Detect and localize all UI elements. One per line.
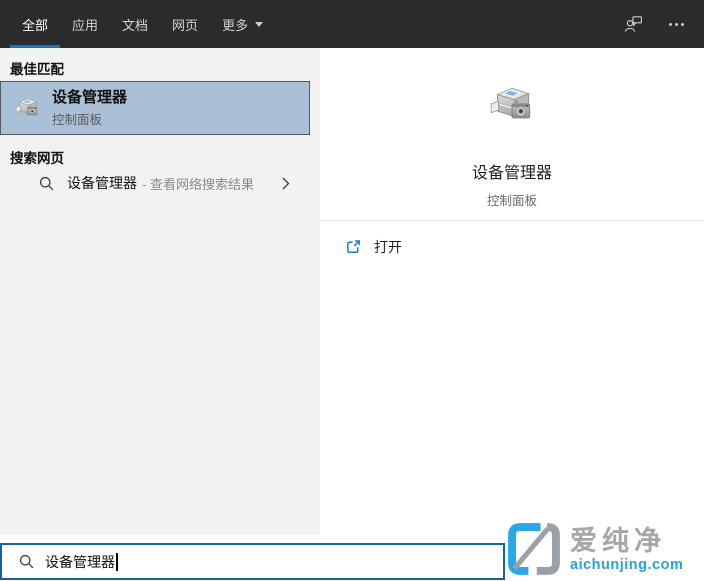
filter-tabs: 全部 应用 文档 网页 更多 [0,0,275,48]
watermark: 爱纯净 aichunjing.com [506,521,683,577]
expand-suggestion-button[interactable] [282,177,290,190]
preview-title: 设备管理器 [471,165,552,182]
topbar-actions [620,0,704,48]
search-icon [19,554,34,569]
open-external-icon [347,240,360,253]
open-action-label: 打开 [374,239,402,255]
best-match-subtitle: 控制面板 [52,112,103,127]
tab-more[interactable]: 更多 [210,0,275,48]
search-input[interactable]: 设备管理器 [0,543,505,580]
aichunjing-logo-icon [508,523,560,575]
preview-subtitle: 控制面板 [486,194,537,208]
caret-down-icon [255,21,264,27]
ellipsis-icon [668,22,684,26]
divider [320,220,704,221]
preview-panel: 设备管理器 控制面板 打开 [320,48,704,581]
tab-apps-label: 应用 [72,17,99,33]
tab-web[interactable]: 网页 [160,0,210,48]
feedback-icon [624,16,642,32]
watermark-brand: 爱纯净 [570,525,666,556]
open-action-row[interactable]: 打开 [320,228,704,266]
feedback-button[interactable] [620,10,648,38]
topbar: 全部 应用 文档 网页 更多 [0,0,704,48]
best-match-item-device-manager[interactable]: 设备管理器 控制面板 [0,81,310,135]
web-search-header: 搜索网页 [10,151,64,166]
watermark-domain: aichunjing.com [570,556,684,573]
web-suggestion-hint: - 查看网络搜索结果 [142,176,254,192]
best-match-title: 设备管理器 [52,88,128,106]
device-manager-icon-large [490,87,531,119]
search-flyout: 全部 应用 文档 网页 更多 最佳匹配 设备管理器 控制面板 搜索网页 设备管理… [0,0,704,581]
search-icon [39,176,54,190]
search-input-value: 设备管理器 [45,553,115,570]
tab-apps[interactable]: 应用 [60,0,110,48]
best-match-text: 设备管理器 控制面板 [52,89,127,128]
text-cursor [116,552,118,571]
web-suggestion-query: 设备管理器 [67,175,137,191]
tab-more-label: 更多 [222,17,249,33]
more-options-button[interactable] [662,10,690,38]
results-panel: 最佳匹配 设备管理器 控制面板 搜索网页 设备管理器 - 查看网络搜索结果 [0,48,320,535]
chevron-right-icon [282,177,290,189]
web-suggestion-row[interactable]: 设备管理器 - 查看网络搜索结果 [0,168,320,198]
device-manager-icon [16,98,38,115]
preview-hero: 设备管理器 控制面板 [320,48,704,209]
tab-documents-label: 文档 [122,17,149,33]
tab-all-label: 全部 [22,17,49,33]
tab-all[interactable]: 全部 [10,0,61,48]
tab-documents[interactable]: 文档 [110,0,160,48]
tab-web-label: 网页 [172,17,199,33]
watermark-text: 爱纯净 aichunjing.com [570,526,683,573]
best-match-header: 最佳匹配 [10,62,64,77]
